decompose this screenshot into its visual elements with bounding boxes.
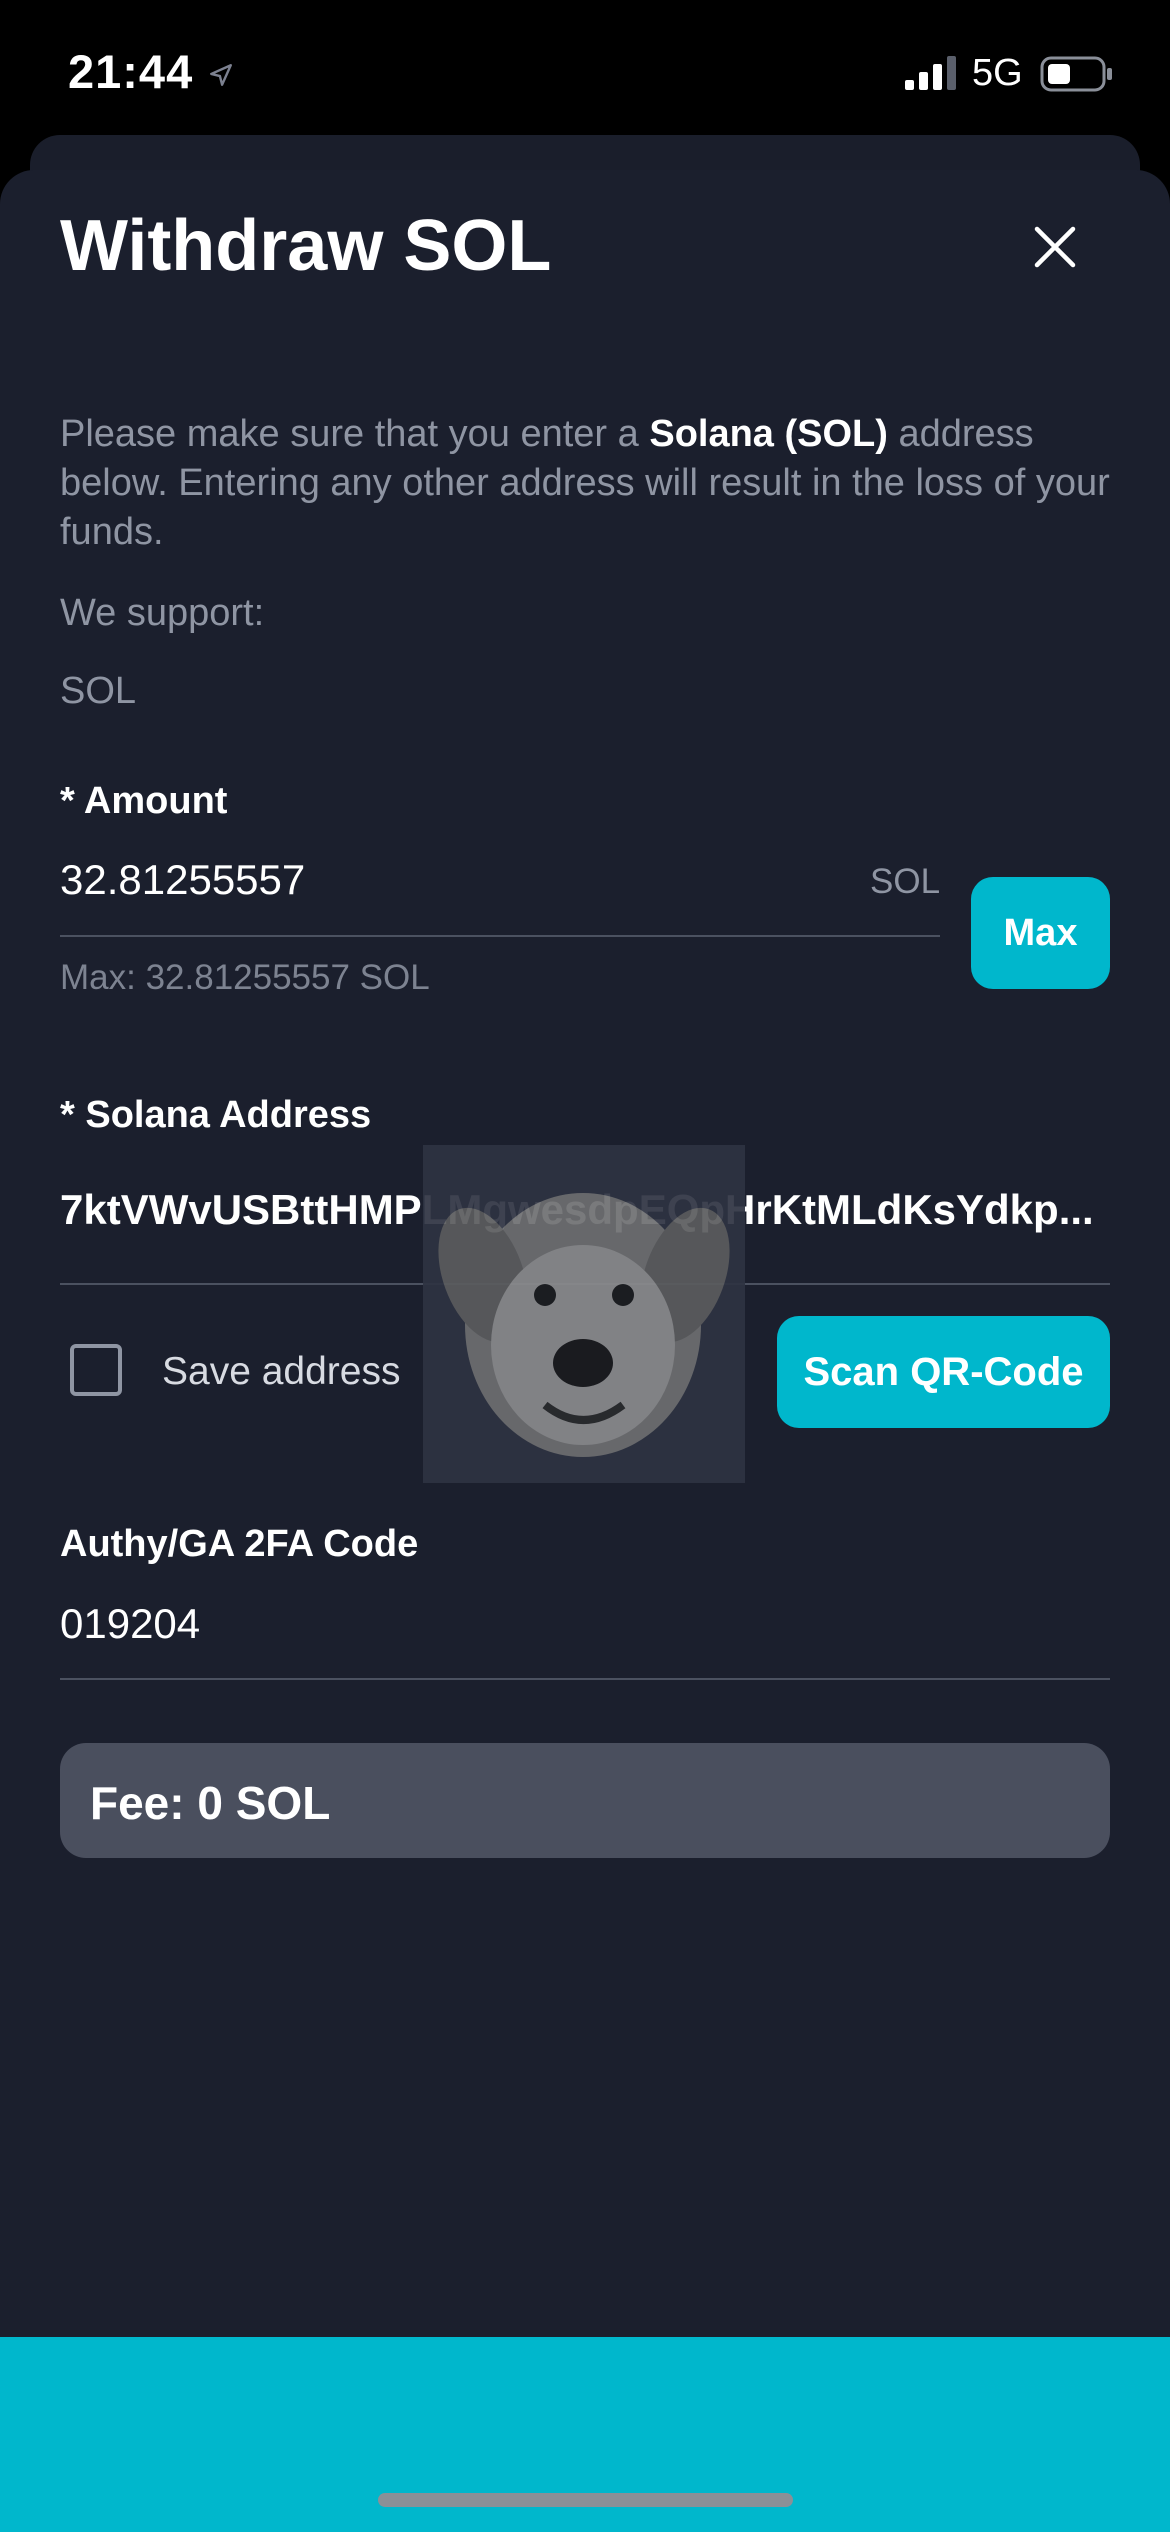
support-value: SOL (60, 670, 137, 712)
support-label: We support: (60, 592, 265, 634)
warning-text-prefix: Please make sure that you enter a (60, 413, 650, 455)
amount-label: * Amount (60, 780, 228, 822)
fee-text: Fee: 0 SOL (90, 1777, 331, 1829)
battery-icon (1040, 56, 1112, 92)
amount-unit: SOL (870, 862, 941, 901)
save-address-checkbox[interactable] (70, 1344, 122, 1396)
warning-text-highlight: Solana (SOL) (649, 413, 888, 455)
amount-input[interactable]: 32.81255557 (60, 856, 305, 904)
status-bar: 21:44 5G (0, 0, 1170, 140)
max-button[interactable]: Max (971, 877, 1110, 989)
signal-bars-icon (905, 56, 956, 90)
home-indicator (378, 2493, 793, 2507)
scan-qr-button[interactable]: Scan QR-Code (777, 1316, 1110, 1428)
location-arrow-icon (210, 64, 232, 86)
save-address-label: Save address (162, 1350, 401, 1393)
status-time: 21:44 (68, 45, 194, 98)
amount-underline (60, 935, 940, 937)
screen: 21:44 5G Withdraw SOL Please make sure t… (0, 0, 1170, 2532)
close-icon (1034, 226, 1076, 268)
close-button[interactable] (1020, 212, 1090, 282)
twofa-underline (60, 1678, 1110, 1680)
amount-max-hint: Max: 32.81255557 SOL (60, 958, 430, 997)
warning-text: Please make sure that you enter a Solana… (60, 410, 1120, 557)
address-label: * Solana Address (60, 1094, 372, 1136)
twofa-input[interactable]: 019204 (60, 1600, 200, 1648)
network-label: 5G (972, 52, 1023, 94)
fee-box: Fee: 0 SOL (60, 1743, 1110, 1858)
page-title: Withdraw SOL (60, 206, 552, 286)
dog-photo-overlay (423, 1145, 745, 1483)
twofa-label: Authy/GA 2FA Code (60, 1523, 419, 1565)
